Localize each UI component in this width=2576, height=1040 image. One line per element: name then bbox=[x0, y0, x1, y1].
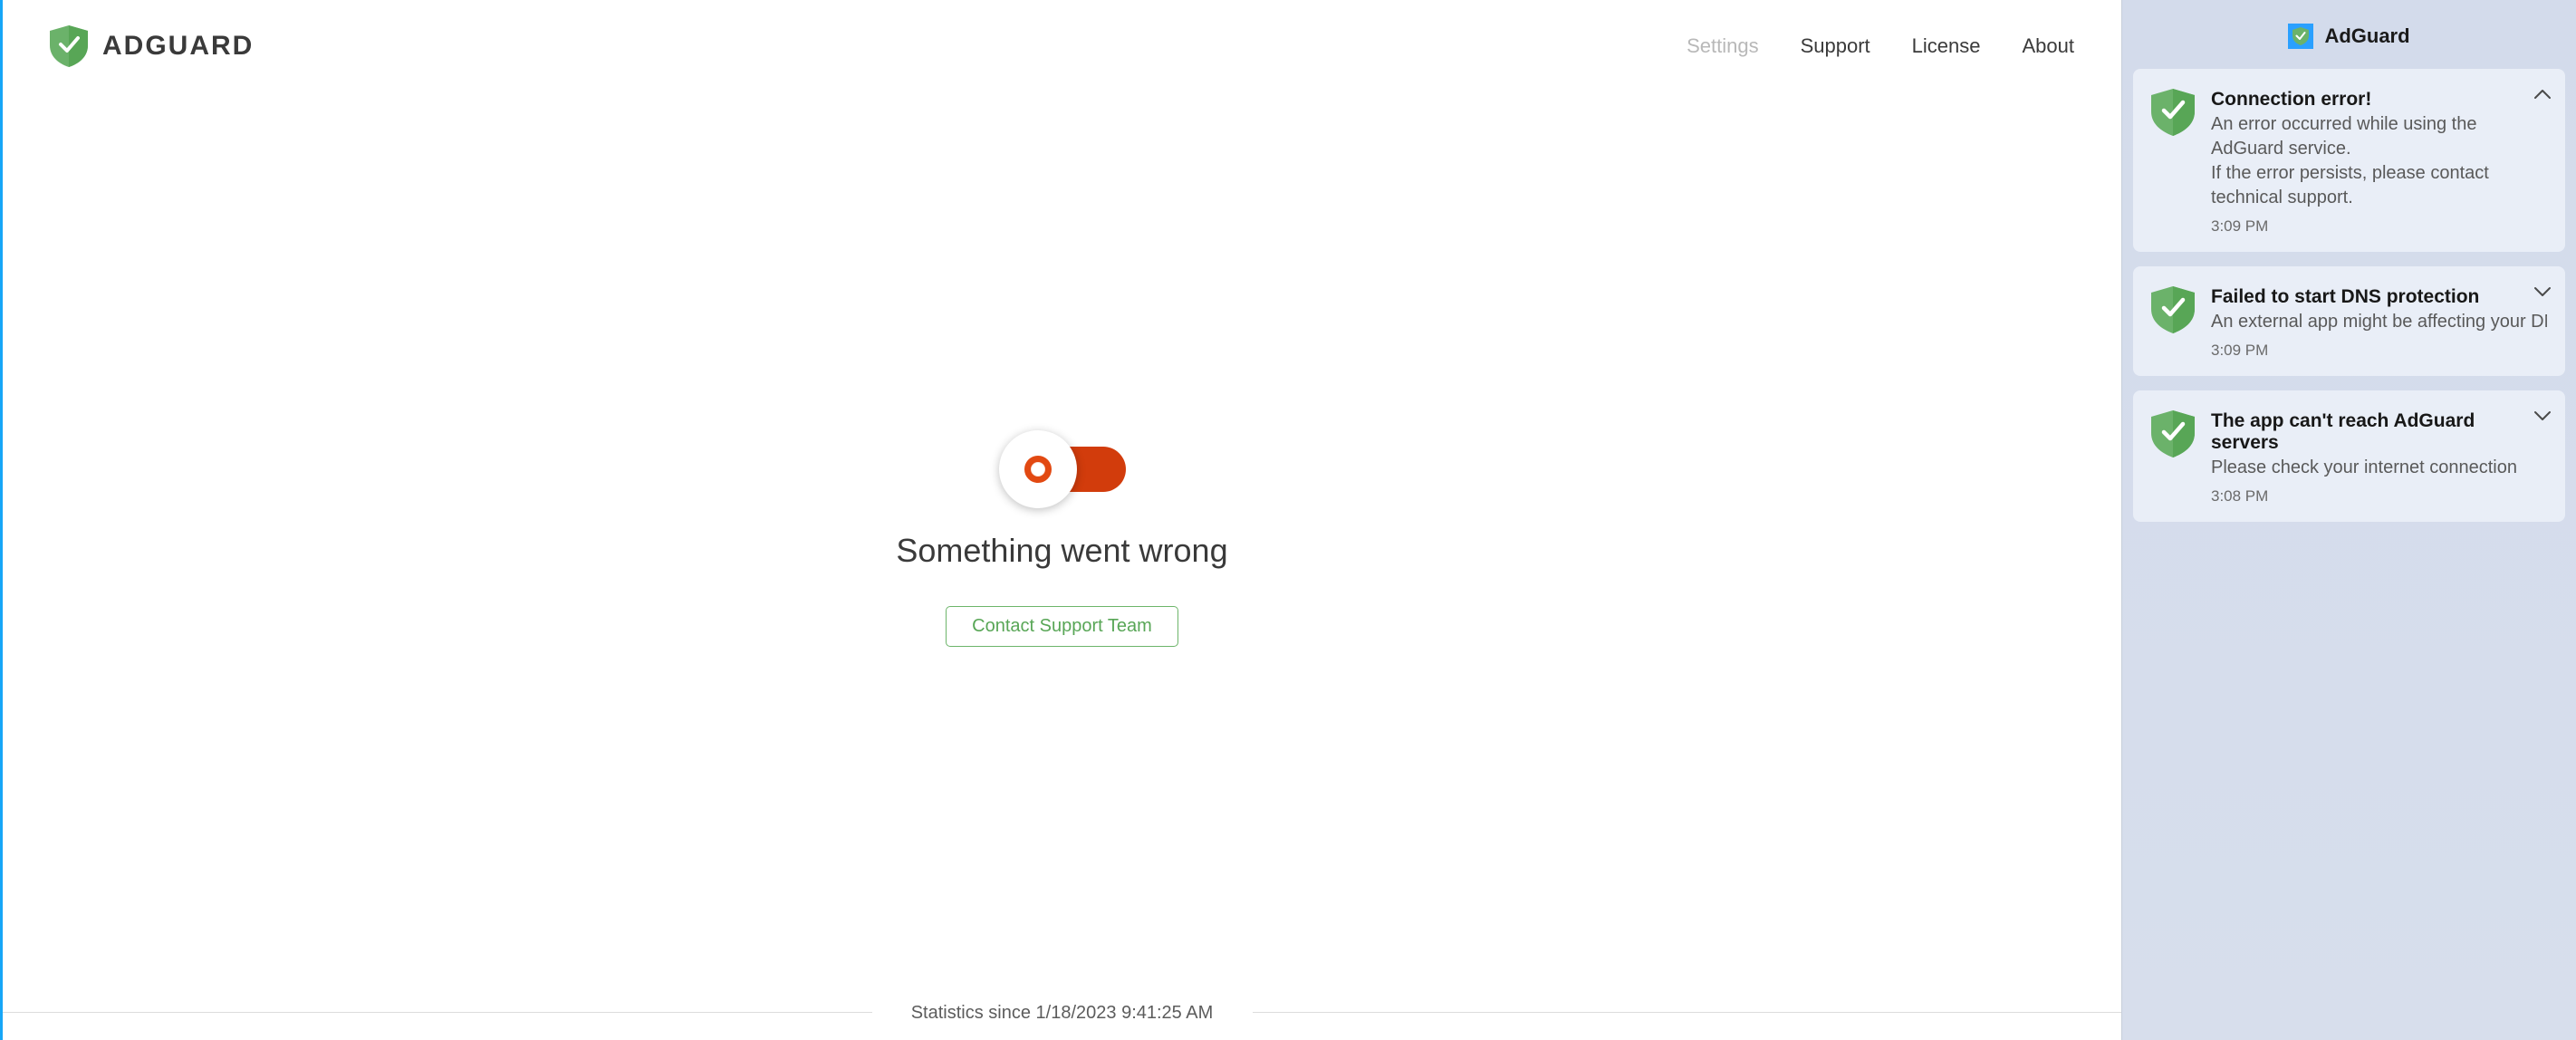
notification-panel: AdGuard Connection error! An error occur… bbox=[2121, 0, 2576, 1040]
chevron-down-icon[interactable] bbox=[2534, 286, 2551, 297]
notification-description: An error occurred while using the AdGuar… bbox=[2211, 112, 2547, 210]
notification-panel-header: AdGuard bbox=[2122, 0, 2576, 69]
notification-card[interactable]: The app can't reach AdGuard servers Plea… bbox=[2133, 390, 2565, 522]
stats-since-label: Statistics since 1/18/2023 9:41:25 AM bbox=[3, 1003, 2121, 1024]
contact-support-button[interactable]: Contact Support Team bbox=[946, 606, 1178, 647]
shield-check-icon bbox=[2151, 410, 2195, 457]
error-heading: Something went wrong bbox=[896, 532, 1227, 570]
toggle-knob bbox=[999, 430, 1077, 508]
notification-time: 3:08 PM bbox=[2211, 487, 2547, 506]
notification-time: 3:09 PM bbox=[2211, 217, 2547, 236]
notification-description: Please check your internet connection bbox=[2211, 456, 2547, 480]
main-window: ADGUARD Settings Support License About S… bbox=[0, 0, 2121, 1040]
notification-panel-title: AdGuard bbox=[2324, 24, 2409, 48]
notification-description: An external app might be affecting your … bbox=[2211, 310, 2547, 334]
notification-time: 3:09 PM bbox=[2211, 342, 2547, 360]
toggle-ring-icon bbox=[1024, 456, 1052, 483]
notification-title: Failed to start DNS protection bbox=[2211, 286, 2547, 308]
notification-title: Connection error! bbox=[2211, 89, 2547, 111]
main-content: Something went wrong Contact Support Tea… bbox=[3, 51, 2121, 1024]
shield-check-icon bbox=[2151, 286, 2195, 333]
notification-body: Connection error! An error occurred whil… bbox=[2211, 89, 2547, 236]
notification-card[interactable]: Failed to start DNS protection An extern… bbox=[2133, 266, 2565, 376]
notification-body: The app can't reach AdGuard servers Plea… bbox=[2211, 410, 2547, 506]
chevron-up-icon[interactable] bbox=[2534, 89, 2551, 100]
protection-toggle[interactable] bbox=[999, 429, 1126, 510]
shield-check-icon bbox=[2151, 89, 2195, 136]
notification-list: Connection error! An error occurred whil… bbox=[2122, 69, 2576, 533]
adguard-small-shield-icon bbox=[2288, 24, 2313, 49]
notification-title: The app can't reach AdGuard servers bbox=[2211, 410, 2547, 454]
notification-card[interactable]: Connection error! An error occurred whil… bbox=[2133, 69, 2565, 252]
chevron-down-icon[interactable] bbox=[2534, 410, 2551, 421]
notification-body: Failed to start DNS protection An extern… bbox=[2211, 286, 2547, 360]
